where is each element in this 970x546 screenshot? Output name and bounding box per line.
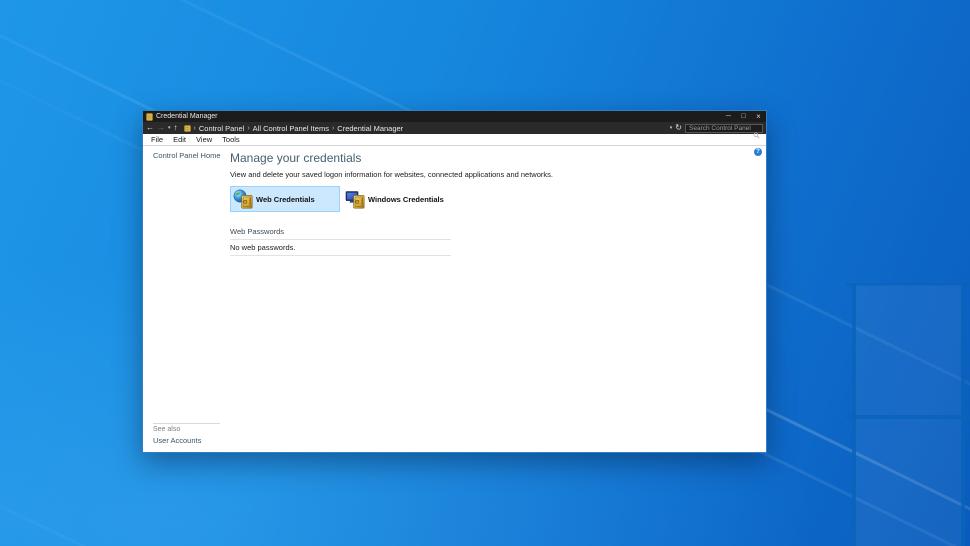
windows-credentials-label: Windows Credentials [368,195,444,204]
forward-icon[interactable]: → [157,122,165,134]
desktop[interactable]: Credential Manager ─ □ × ← → ▾ ↑ › Contr… [0,0,970,546]
search-box [685,124,763,133]
help-icon[interactable]: ? [754,148,762,156]
web-credentials-label: Web Credentials [256,195,315,204]
breadcrumb-separator: › [247,125,249,132]
section-divider [230,255,451,256]
section-divider [230,239,451,240]
windows-credentials-tile[interactable]: Windows Credentials [342,186,452,212]
breadcrumb[interactable]: › Control Panel › All Control Panel Item… [181,124,667,133]
web-passwords-section: Web Passwords No web passwords. [230,227,451,256]
windows-credentials-icon [345,189,365,209]
web-credentials-tile[interactable]: Web Credentials [230,186,340,212]
address-bar: ← → ▾ ↑ › Control Panel › All Control Pa… [143,122,766,134]
web-passwords-title: Web Passwords [230,227,451,236]
breadcrumb-item-all-control-panel-items[interactable]: All Control Panel Items [253,124,329,133]
address-dropdown-chevron-icon[interactable]: ▾ [670,122,673,134]
content-area: ? Control Panel Home See also User Accou… [143,146,766,452]
see-also-label: See also [153,426,220,433]
menu-bar: File Edit View Tools [143,134,766,146]
main-panel: Manage your credentials View and delete … [230,146,766,452]
web-credentials-icon [233,189,253,209]
sidebar-item-control-panel-home[interactable]: Control Panel Home [153,151,230,160]
close-button[interactable]: × [751,111,766,122]
credential-manager-window: Credential Manager ─ □ × ← → ▾ ↑ › Contr… [142,110,767,453]
breadcrumb-item-control-panel[interactable]: Control Panel [199,124,244,133]
no-web-passwords-message: No web passwords. [230,243,451,252]
menu-view[interactable]: View [191,134,217,145]
breadcrumb-separator: › [332,125,334,132]
menu-file[interactable]: File [146,134,168,145]
wallpaper-light-ray [0,475,970,546]
refresh-icon[interactable]: ↻ [675,122,682,134]
title-bar[interactable]: Credential Manager ─ □ × [143,111,766,122]
sidebar-item-user-accounts[interactable]: User Accounts [153,436,220,445]
recent-pages-chevron-icon[interactable]: ▾ [168,122,171,134]
up-icon[interactable]: ↑ [174,122,178,134]
credential-manager-icon [146,113,153,121]
credential-tiles: Web Credentials [230,186,766,212]
page-title: Manage your credentials [230,151,766,165]
minimize-button[interactable]: ─ [721,111,736,122]
breadcrumb-separator: › [194,125,196,132]
search-input[interactable] [686,125,762,132]
sidebar-divider [153,423,220,424]
windows-logo-wallpaper [846,283,970,546]
sidebar-see-also-group: See also User Accounts [153,423,230,445]
page-description: View and delete your saved logon informa… [230,170,766,179]
menu-edit[interactable]: Edit [168,134,191,145]
breadcrumb-item-credential-manager[interactable]: Credential Manager [337,124,403,133]
back-icon[interactable]: ← [146,122,154,134]
sidebar: Control Panel Home See also User Account… [143,146,230,452]
window-title: Credential Manager [156,113,721,120]
maximize-button[interactable]: □ [736,111,751,122]
search-icon[interactable] [753,126,760,144]
menu-tools[interactable]: Tools [217,134,245,145]
location-icon [184,125,191,132]
